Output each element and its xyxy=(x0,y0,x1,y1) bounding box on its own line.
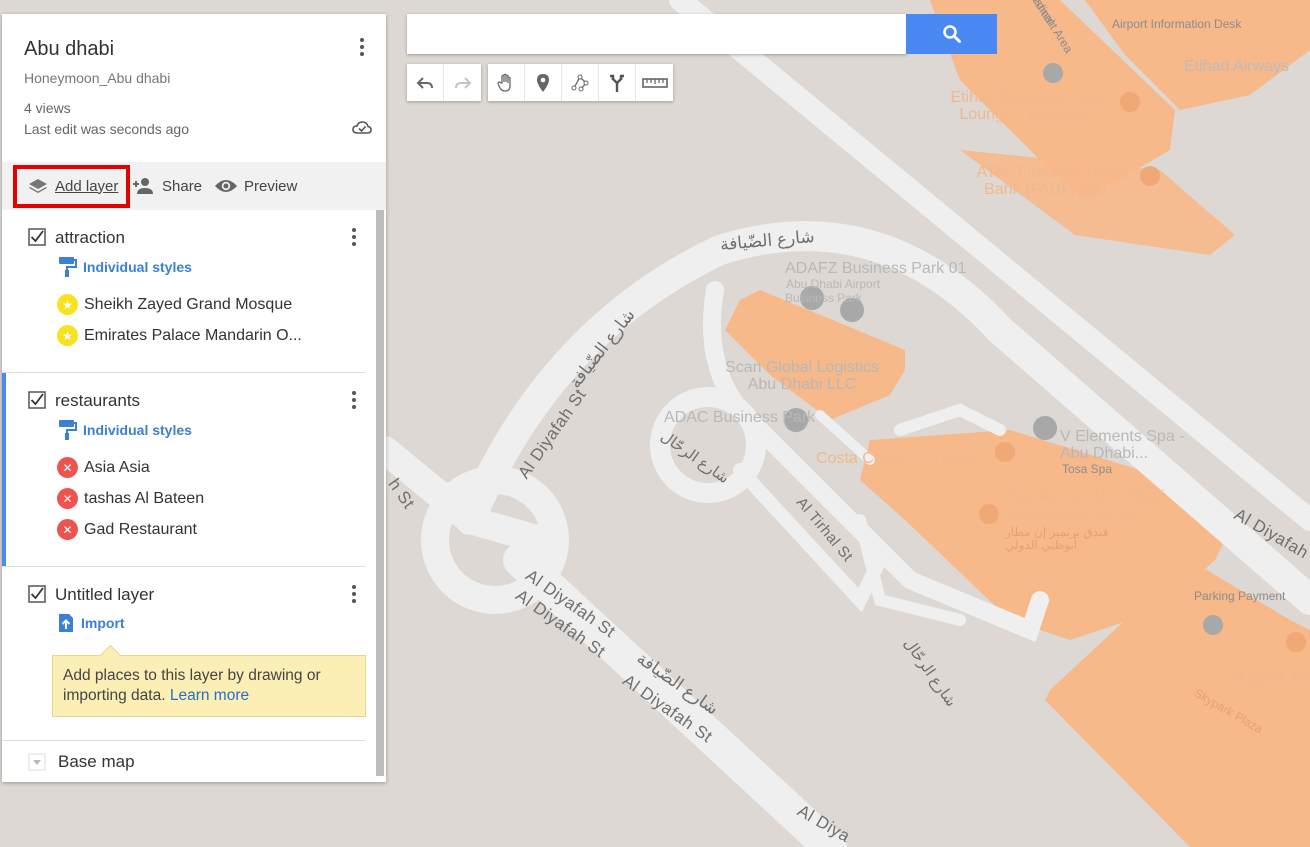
place-name: Asia Asia xyxy=(84,458,150,476)
search-input[interactable] xyxy=(407,14,907,54)
place-item[interactable]: ✕ Gad Restaurant xyxy=(57,519,197,540)
map-title[interactable]: Abu dhabi xyxy=(24,38,114,61)
star-icon: ★ xyxy=(57,325,78,346)
restaurant-icon: ✕ xyxy=(57,457,78,478)
line-icon xyxy=(571,74,589,91)
layer-checkbox[interactable] xyxy=(28,585,46,603)
draw-line-button[interactable] xyxy=(562,64,599,101)
marker-icon xyxy=(537,73,549,92)
select-items-button[interactable] xyxy=(488,64,525,101)
place-name: tashas Al Bateen xyxy=(84,489,205,507)
layer-name[interactable]: restaurants xyxy=(55,391,140,411)
poi-skypark: Skypark Plaz xyxy=(1229,670,1310,687)
place-item[interactable]: ✕ Asia Asia xyxy=(57,457,150,478)
last-edit: Last edit was seconds ago xyxy=(24,121,189,137)
poi-premier-arabic: فندق بريمير إن مطار أبوظبي الدولي xyxy=(1005,525,1109,552)
layer-restaurants: restaurants Individual styles ✕ Asia Asi… xyxy=(2,373,366,566)
import-file-icon xyxy=(59,614,73,632)
layer-checkbox[interactable] xyxy=(28,228,46,246)
share-button[interactable]: Share xyxy=(132,162,202,210)
layer-name[interactable]: Untitled layer xyxy=(55,585,154,605)
place-item[interactable]: ✕ tashas Al Bateen xyxy=(57,488,204,509)
layer-options-icon[interactable] xyxy=(344,582,364,606)
base-map-label: Base map xyxy=(58,752,135,771)
restaurant-icon: ✕ xyxy=(57,519,78,540)
search-button[interactable] xyxy=(906,14,997,54)
add-marker-button[interactable] xyxy=(525,64,562,101)
poi-atm: ATM, First Abu Dhabi Bank (FAB) | Abu... xyxy=(976,164,1128,198)
paint-roller-icon xyxy=(59,420,77,440)
preview-label: Preview xyxy=(244,177,298,195)
layers-icon xyxy=(29,179,47,193)
add-person-icon xyxy=(133,178,153,194)
measure-button[interactable] xyxy=(636,64,673,101)
divider xyxy=(2,740,366,741)
redo-button[interactable] xyxy=(444,64,481,101)
eye-icon xyxy=(215,180,237,192)
layer-options-icon[interactable] xyxy=(344,388,364,412)
map-description[interactable]: Honeymoon_Abu dhabi xyxy=(24,70,170,86)
paint-roller-icon xyxy=(59,257,77,277)
star-icon: ★ xyxy=(57,294,78,315)
add-layer-button[interactable]: Add layer xyxy=(27,162,118,210)
place-item[interactable]: ★ Emirates Palace Mandarin O... xyxy=(57,325,302,346)
layer-style-label: Individual styles xyxy=(83,422,192,438)
cloud-saved-icon xyxy=(352,121,372,134)
poi-airport-information: Airport Information Desk xyxy=(1112,17,1242,31)
poi-adac: ADAC Business Park xyxy=(664,409,816,426)
poi-tosa-spa: Tosa Spa xyxy=(1062,462,1113,476)
place-name: Gad Restaurant xyxy=(84,520,197,538)
preview-button[interactable]: Preview xyxy=(214,162,297,210)
poi-etihad-lounge: Etihad Business Class Lounge - Terminal … xyxy=(950,89,1110,123)
directions-icon xyxy=(610,74,624,92)
layers-list[interactable]: attraction Individual styles ★ Sheikh Za… xyxy=(2,210,386,782)
empty-layer-hint: Add places to this layer by drawing or i… xyxy=(52,655,366,717)
place-name: Emirates Palace Mandarin O... xyxy=(84,326,302,344)
expand-arrow-icon xyxy=(28,753,46,771)
panel-scrollbar[interactable] xyxy=(376,210,384,776)
poi-adafz: ADAFZ Business Park 01 xyxy=(785,260,967,277)
restaurant-icon: ✕ xyxy=(57,488,78,509)
search-icon xyxy=(942,25,961,43)
redo-icon xyxy=(454,76,471,89)
layer-name[interactable]: attraction xyxy=(55,228,125,248)
layer-attraction: attraction Individual styles ★ Sheikh Za… xyxy=(2,210,366,372)
drawing-toolbar xyxy=(488,64,673,101)
layer-checkbox[interactable] xyxy=(28,391,46,409)
base-map-toggle[interactable]: Base map xyxy=(28,752,135,772)
poi-premier-inn: Premier Inn Abu Dhabi International Airp… xyxy=(1004,488,1165,522)
import-label: Import xyxy=(81,615,125,631)
poi-costa-coffee: Costa Coffee - PI ADIA xyxy=(816,450,980,467)
history-toolbar xyxy=(407,64,481,101)
poi-scan-global: Scan Global Logistics Abu Dhabi LLC xyxy=(725,359,879,393)
hand-icon xyxy=(497,73,511,92)
poi-etihad-airways: Etihad Airways xyxy=(1184,58,1289,75)
add-layer-label: Add layer xyxy=(55,177,119,195)
map-actions-bar: Add layer Share Preview xyxy=(2,162,386,210)
poi-parking-payment: Parking Payment xyxy=(1194,589,1286,603)
layer-style-button[interactable]: Individual styles xyxy=(57,256,192,278)
layer-style-button[interactable]: Individual styles xyxy=(57,419,192,441)
import-button[interactable]: Import xyxy=(57,613,125,633)
poi-adafz-sub: Business Park xyxy=(785,291,862,305)
poi-v-elements: V Elements Spa - Abu Dhabi... xyxy=(1060,428,1185,462)
ruler-icon xyxy=(641,77,668,88)
map-info: Abu dhabi Honeymoon_Abu dhabi 4 views La… xyxy=(2,14,386,162)
layer-style-label: Individual styles xyxy=(83,259,192,275)
undo-button[interactable] xyxy=(407,64,444,101)
layer-options-icon[interactable] xyxy=(344,225,364,249)
share-label: Share xyxy=(162,177,203,195)
map-views: 4 views xyxy=(24,100,71,116)
poi-adafz-arabic: Abu Dhabi Airport xyxy=(786,277,881,291)
layers-panel: Abu dhabi Honeymoon_Abu dhabi 4 views La… xyxy=(2,14,386,782)
add-directions-button[interactable] xyxy=(599,64,636,101)
map-options-menu-icon[interactable] xyxy=(352,35,372,59)
learn-more-link[interactable]: Learn more xyxy=(170,687,249,704)
place-name: Sheikh Zayed Grand Mosque xyxy=(84,295,293,313)
undo-icon xyxy=(416,76,433,89)
place-item[interactable]: ★ Sheikh Zayed Grand Mosque xyxy=(57,294,292,315)
